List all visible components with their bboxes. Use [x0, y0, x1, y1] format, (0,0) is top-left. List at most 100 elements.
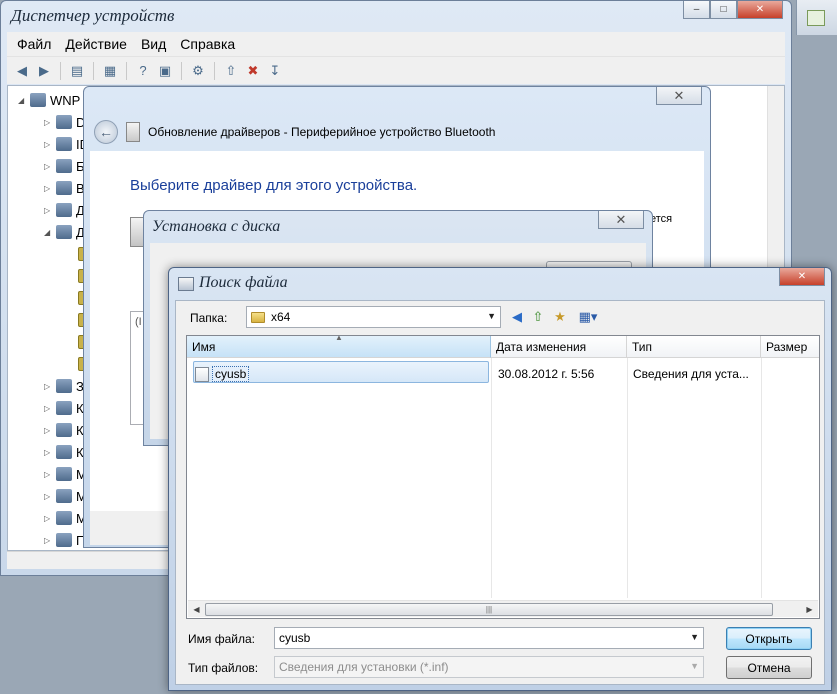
expand-icon[interactable]: ▷: [44, 514, 52, 523]
disable-device-icon[interactable]: ↧: [266, 62, 284, 80]
monitor-icon: [56, 489, 72, 503]
view-menu-icon[interactable]: ▦▾: [574, 308, 602, 326]
help-icon[interactable]: ?: [134, 62, 152, 80]
close-button[interactable]: ✕: [779, 268, 825, 286]
console-tree-icon[interactable]: ▤: [68, 62, 86, 80]
up-folder-icon[interactable]: ⇧: [529, 308, 547, 326]
ide-icon: [56, 137, 72, 151]
file-name-cell[interactable]: cyusb: [195, 364, 485, 384]
disk-icon: [56, 203, 72, 217]
window-caption-buttons: – □ ✕: [683, 1, 783, 19]
expand-icon[interactable]: ▷: [44, 382, 52, 391]
expand-icon[interactable]: ▷: [44, 162, 52, 171]
expand-icon[interactable]: ▷: [44, 140, 52, 149]
scroll-left-icon[interactable]: ◀: [189, 602, 204, 617]
column-type[interactable]: Тип: [627, 336, 761, 358]
scrollbar-thumb[interactable]: |||: [205, 603, 773, 616]
toolbar-separator: [214, 61, 215, 80]
display-icon: [56, 181, 72, 195]
column-date-label: Дата изменения: [496, 339, 587, 354]
cancel-button[interactable]: Отмена: [726, 656, 812, 679]
folder-label: Папка:: [190, 311, 228, 325]
chevron-down-icon[interactable]: ▼: [690, 632, 699, 642]
expand-icon[interactable]: ▷: [44, 404, 52, 413]
expand-icon[interactable]: ▷: [44, 536, 52, 545]
expand-icon[interactable]: ▷: [44, 448, 52, 457]
wizard-title: Обновление драйверов - Периферийное устр…: [148, 125, 496, 139]
dvd-icon: [56, 115, 72, 129]
menu-view[interactable]: Вид: [141, 36, 166, 52]
back-arrow-icon[interactable]: ◀: [13, 62, 31, 80]
dialog-title: Установка с диска: [152, 218, 281, 235]
column-divider: [491, 358, 492, 598]
file-type-cell: Сведения для уста...: [633, 367, 749, 381]
sound-icon: [56, 379, 72, 393]
open-button[interactable]: Открыть: [726, 627, 812, 650]
expand-icon[interactable]: ▷: [44, 492, 52, 501]
horizontal-scrollbar[interactable]: ◀ ||| ▶: [188, 600, 818, 617]
file-name: cyusb: [212, 366, 250, 382]
properties-icon[interactable]: ▦: [101, 62, 119, 80]
dialog-title: Поиск файла: [199, 274, 288, 291]
new-folder-icon[interactable]: ★: [551, 308, 569, 326]
close-button[interactable]: ✕: [598, 211, 644, 229]
menu-bar: Файл Действие Вид Справка: [7, 32, 785, 56]
usb-icon: [56, 445, 72, 459]
column-name[interactable]: Имя ▲: [187, 333, 491, 358]
collapse-icon[interactable]: ◢: [44, 228, 52, 237]
tree-root-label: WNP: [50, 92, 81, 108]
maximize-button[interactable]: □: [710, 1, 737, 19]
expand-icon[interactable]: ▷: [44, 206, 52, 215]
computer-icon: [30, 93, 46, 107]
dialog-icon: [178, 277, 194, 291]
minimize-button[interactable]: –: [683, 1, 710, 19]
expand-icon[interactable]: ▷: [44, 118, 52, 127]
column-size-label: Размер: [766, 339, 808, 354]
expand-icon[interactable]: ▷: [44, 426, 52, 435]
filename-label: Имя файла:: [188, 632, 255, 646]
column-size[interactable]: Размер: [761, 336, 819, 358]
filename-input[interactable]: cyusb ▼: [274, 627, 704, 649]
menu-action[interactable]: Действие: [65, 36, 127, 52]
column-type-label: Тип: [632, 339, 653, 354]
console-icon[interactable]: ▣: [156, 62, 174, 80]
port-icon: [56, 533, 72, 547]
dialog-caption-buttons: ✕: [598, 211, 644, 229]
chevron-down-icon[interactable]: ▼: [487, 311, 496, 321]
tray-window-fragment: [796, 0, 837, 35]
keyboard-icon: [56, 401, 72, 415]
folder-combo[interactable]: x64 ▼: [246, 306, 501, 328]
back-arrow-icon[interactable]: ←: [94, 120, 118, 144]
sort-arrow-icon: ▲: [335, 333, 343, 342]
wizard-header: ← Обновление драйверов - Периферийное ус…: [90, 117, 704, 147]
chevron-down-icon[interactable]: ▼: [690, 661, 699, 671]
toolbar-separator: [93, 61, 94, 80]
forward-arrow-icon[interactable]: ▶: [35, 62, 53, 80]
menu-file[interactable]: Файл: [17, 36, 51, 52]
filetype-select[interactable]: Сведения для установки (*.inf) ▼: [274, 656, 704, 678]
tree-root[interactable]: ◢ WNP: [18, 90, 80, 110]
find-file-dialog: Поиск файла ✕ Папка: x64 ▼ ◀ ⇧ ★ ▦▾ Имя ▲…: [168, 267, 832, 691]
uninstall-icon[interactable]: ✖: [244, 62, 262, 80]
battery-icon: [56, 159, 72, 173]
scroll-right-icon[interactable]: ▶: [802, 602, 817, 617]
close-button[interactable]: ✕: [656, 87, 702, 105]
menu-help[interactable]: Справка: [180, 36, 235, 52]
scan-hardware-icon[interactable]: ⚙: [189, 62, 207, 80]
file-list[interactable]: Имя ▲ Дата изменения Тип Размер cyusb 30.…: [186, 333, 820, 619]
column-date[interactable]: Дата изменения: [491, 336, 627, 358]
close-button[interactable]: ✕: [737, 1, 783, 19]
column-divider: [627, 358, 628, 598]
expand-icon[interactable]: ▷: [44, 470, 52, 479]
collapse-icon[interactable]: ◢: [18, 96, 26, 105]
filetype-value: Сведения для установки (*.inf): [279, 660, 449, 674]
update-driver-icon[interactable]: ⇧: [222, 62, 240, 80]
hardware-icon: [130, 217, 144, 247]
toolbar-separator: [181, 61, 182, 80]
folder-value: x64: [271, 310, 291, 324]
expand-icon[interactable]: ▷: [44, 184, 52, 193]
checklist-icon[interactable]: [807, 10, 825, 26]
filetype-label: Тип файлов:: [188, 661, 259, 675]
back-arrow-icon[interactable]: ◀: [508, 308, 526, 326]
folder-icon: [251, 311, 265, 323]
